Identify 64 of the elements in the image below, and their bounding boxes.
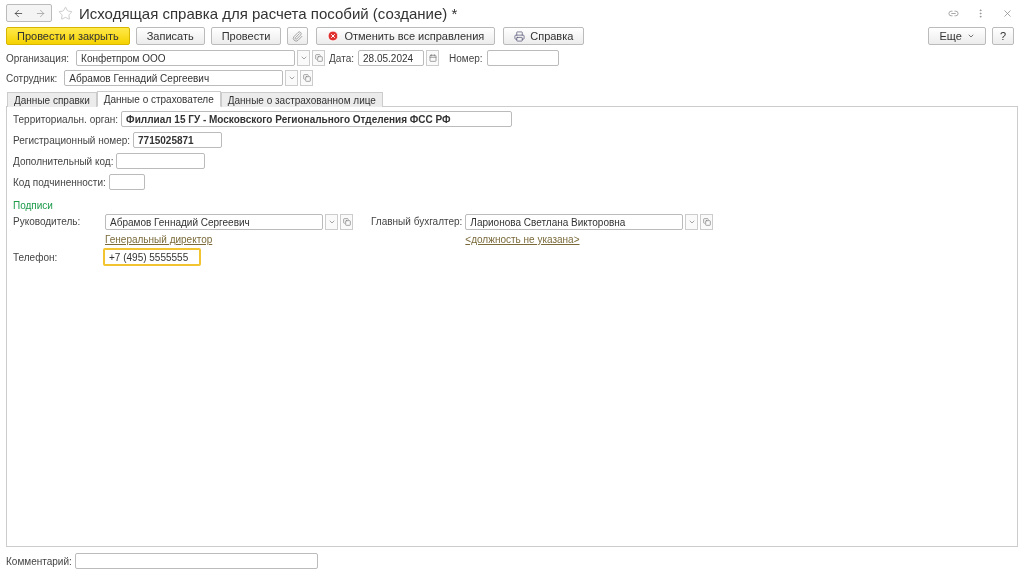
position-link[interactable]: <должность не указана> [465, 234, 714, 245]
star-icon[interactable] [58, 5, 73, 21]
date-field[interactable]: 28.05.2024 [358, 50, 424, 66]
dropdown-button[interactable] [325, 214, 338, 230]
windows-icon [302, 74, 311, 82]
toolbar-button[interactable]: Отменить все исправления [316, 27, 496, 45]
toolbar-button[interactable]: Справка [503, 27, 585, 45]
caret-icon [327, 218, 336, 226]
manager-field[interactable]: Абрамов Геннадий Сергеевич [105, 214, 323, 230]
window-title: Исходящая справка для расчета пособий (создание) * [79, 4, 458, 22]
caret-icon [287, 74, 296, 82]
input-field[interactable]: Филлиал 15 ГУ - Московского Регионального Отделения ФСС РФ [121, 111, 513, 127]
accountant-field[interactable]: Ларионова Светлана Викторовна [465, 214, 684, 230]
calendar-icon [428, 54, 437, 62]
input-field[interactable]: 7715025871 [133, 132, 223, 148]
field-label: Дополнительный код: [13, 155, 115, 167]
position-link[interactable]: Генеральный директор [105, 234, 353, 245]
toolbar-button[interactable]: Провести и закрыть [6, 27, 130, 45]
toolbar-button[interactable]: Записать [135, 27, 205, 45]
employee-field[interactable]: Абрамов Геннадий Сергеевич [64, 70, 284, 86]
tab[interactable]: Данные справки [7, 92, 97, 107]
number-field[interactable] [486, 50, 559, 66]
caret-icon [299, 54, 308, 62]
dropdown-button[interactable] [297, 50, 311, 66]
arrow-left-icon [12, 7, 24, 19]
open-button[interactable] [700, 214, 714, 230]
tab[interactable]: Данные о застрахованном лице [220, 92, 383, 107]
field-label: Территориальн. орган: [13, 113, 120, 125]
dropdown-button[interactable] [285, 70, 299, 86]
tab[interactable]: Данные о страхователе [96, 91, 221, 107]
dropdown-button[interactable] [685, 214, 699, 230]
caret-icon [687, 218, 696, 226]
arrow-right-icon [34, 7, 46, 19]
windows-icon [314, 54, 323, 62]
field-label: Главный бухгалтер: [371, 215, 463, 229]
field-label: Номер: [449, 52, 483, 64]
field-label: Дата: [329, 52, 354, 64]
phone-field[interactable]: +7 (495) 5555555 [103, 248, 201, 266]
toolbar-button[interactable]: Провести [210, 27, 282, 45]
organization-field[interactable]: Конфетпром ООО [76, 50, 296, 66]
attach-button[interactable] [287, 27, 309, 45]
more-button[interactable]: Еще [928, 27, 986, 45]
help-button[interactable]: ? [991, 27, 1014, 45]
section-heading: Подписи [13, 200, 54, 211]
field-label: Организация: [6, 52, 71, 64]
input-field[interactable] [116, 153, 206, 169]
cancel-icon [327, 30, 340, 42]
printer-icon [514, 30, 526, 42]
open-button[interactable] [312, 50, 326, 66]
field-label: Руководитель: [13, 215, 82, 229]
input-field[interactable] [108, 174, 145, 190]
field-label: Сотрудник: [6, 72, 59, 84]
field-label: Телефон: [13, 251, 59, 263]
open-button[interactable] [340, 214, 353, 230]
comment-field[interactable] [74, 553, 318, 569]
windows-icon [702, 218, 711, 226]
field-label: Регистрационный номер: [13, 134, 132, 146]
field-label: Код подчиненности: [13, 176, 107, 188]
field-label: Комментарий: [6, 555, 72, 567]
paperclip-icon [292, 30, 304, 42]
caret-icon [966, 32, 975, 40]
calendar-button[interactable] [426, 50, 439, 66]
open-button[interactable] [300, 70, 314, 86]
windows-icon [342, 218, 351, 226]
